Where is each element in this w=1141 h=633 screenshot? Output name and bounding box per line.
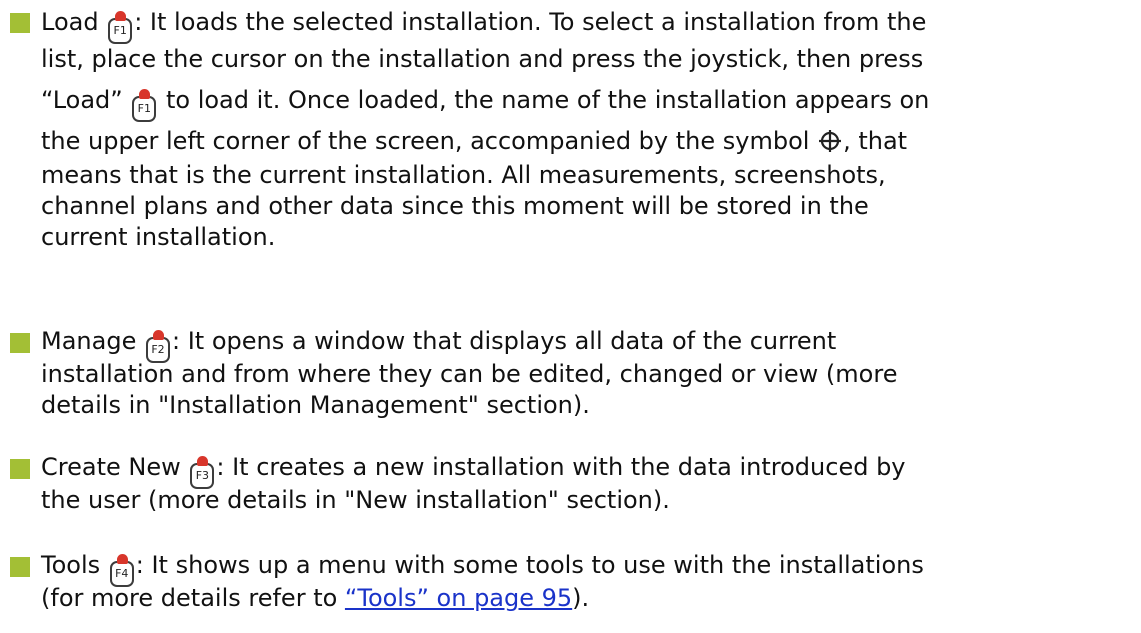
- text-fragment: ).: [572, 584, 590, 612]
- tools-page-link[interactable]: “Tools” on page 95: [345, 584, 572, 612]
- target-icon: [819, 130, 842, 152]
- f1-key-icon: F1: [132, 89, 157, 122]
- list-item-load: Load F1: It loads the selected installat…: [8, 4, 1141, 253]
- text-fragment: (for more details refer to: [41, 584, 345, 612]
- text-line: channel plans and other data since this …: [41, 192, 869, 220]
- item-description: : It shows up a menu with some tools to …: [135, 551, 924, 579]
- text-line: details in "Installation Management" sec…: [41, 391, 590, 419]
- item-description: : It loads the selected installation. To…: [134, 8, 927, 36]
- item-description: : It creates a new installation with the…: [216, 453, 906, 481]
- text-line: the user (more details in "New installat…: [41, 486, 670, 514]
- f4-key-icon: F4: [109, 554, 134, 587]
- item-label: Create New: [41, 453, 181, 481]
- item-label: Manage: [41, 327, 137, 355]
- bullet-square: [10, 333, 30, 353]
- bullet-square: [10, 459, 30, 479]
- f2-key-icon: F2: [145, 330, 170, 363]
- text-fragment: , that: [843, 127, 908, 155]
- text-line: list, place the cursor on the installati…: [41, 45, 924, 73]
- list-item-create-new: Create New F3: It creates a new installa…: [8, 450, 1141, 516]
- item-label: Load: [41, 8, 99, 36]
- text-line: installation and from where they can be …: [41, 360, 898, 388]
- item-description: : It opens a window that displays all da…: [171, 327, 837, 355]
- text-line: means that is the current installation. …: [41, 161, 886, 189]
- f3-key-icon: F3: [190, 456, 215, 489]
- list-item-manage: Manage F2: It opens a window that displa…: [8, 324, 1141, 421]
- bullet-square: [10, 13, 30, 33]
- text-fragment: to load it. Once loaded, the name of the…: [165, 86, 930, 114]
- item-label: Tools: [41, 551, 101, 579]
- text-line: current installation.: [41, 223, 276, 251]
- f1-key-icon: F1: [108, 11, 133, 44]
- text-fragment: the upper left corner of the screen, acc…: [41, 127, 810, 155]
- text-fragment: “Load”: [41, 86, 123, 114]
- list-item-tools: Tools F4: It shows up a menu with some t…: [8, 548, 1141, 614]
- bullet-square: [10, 557, 30, 577]
